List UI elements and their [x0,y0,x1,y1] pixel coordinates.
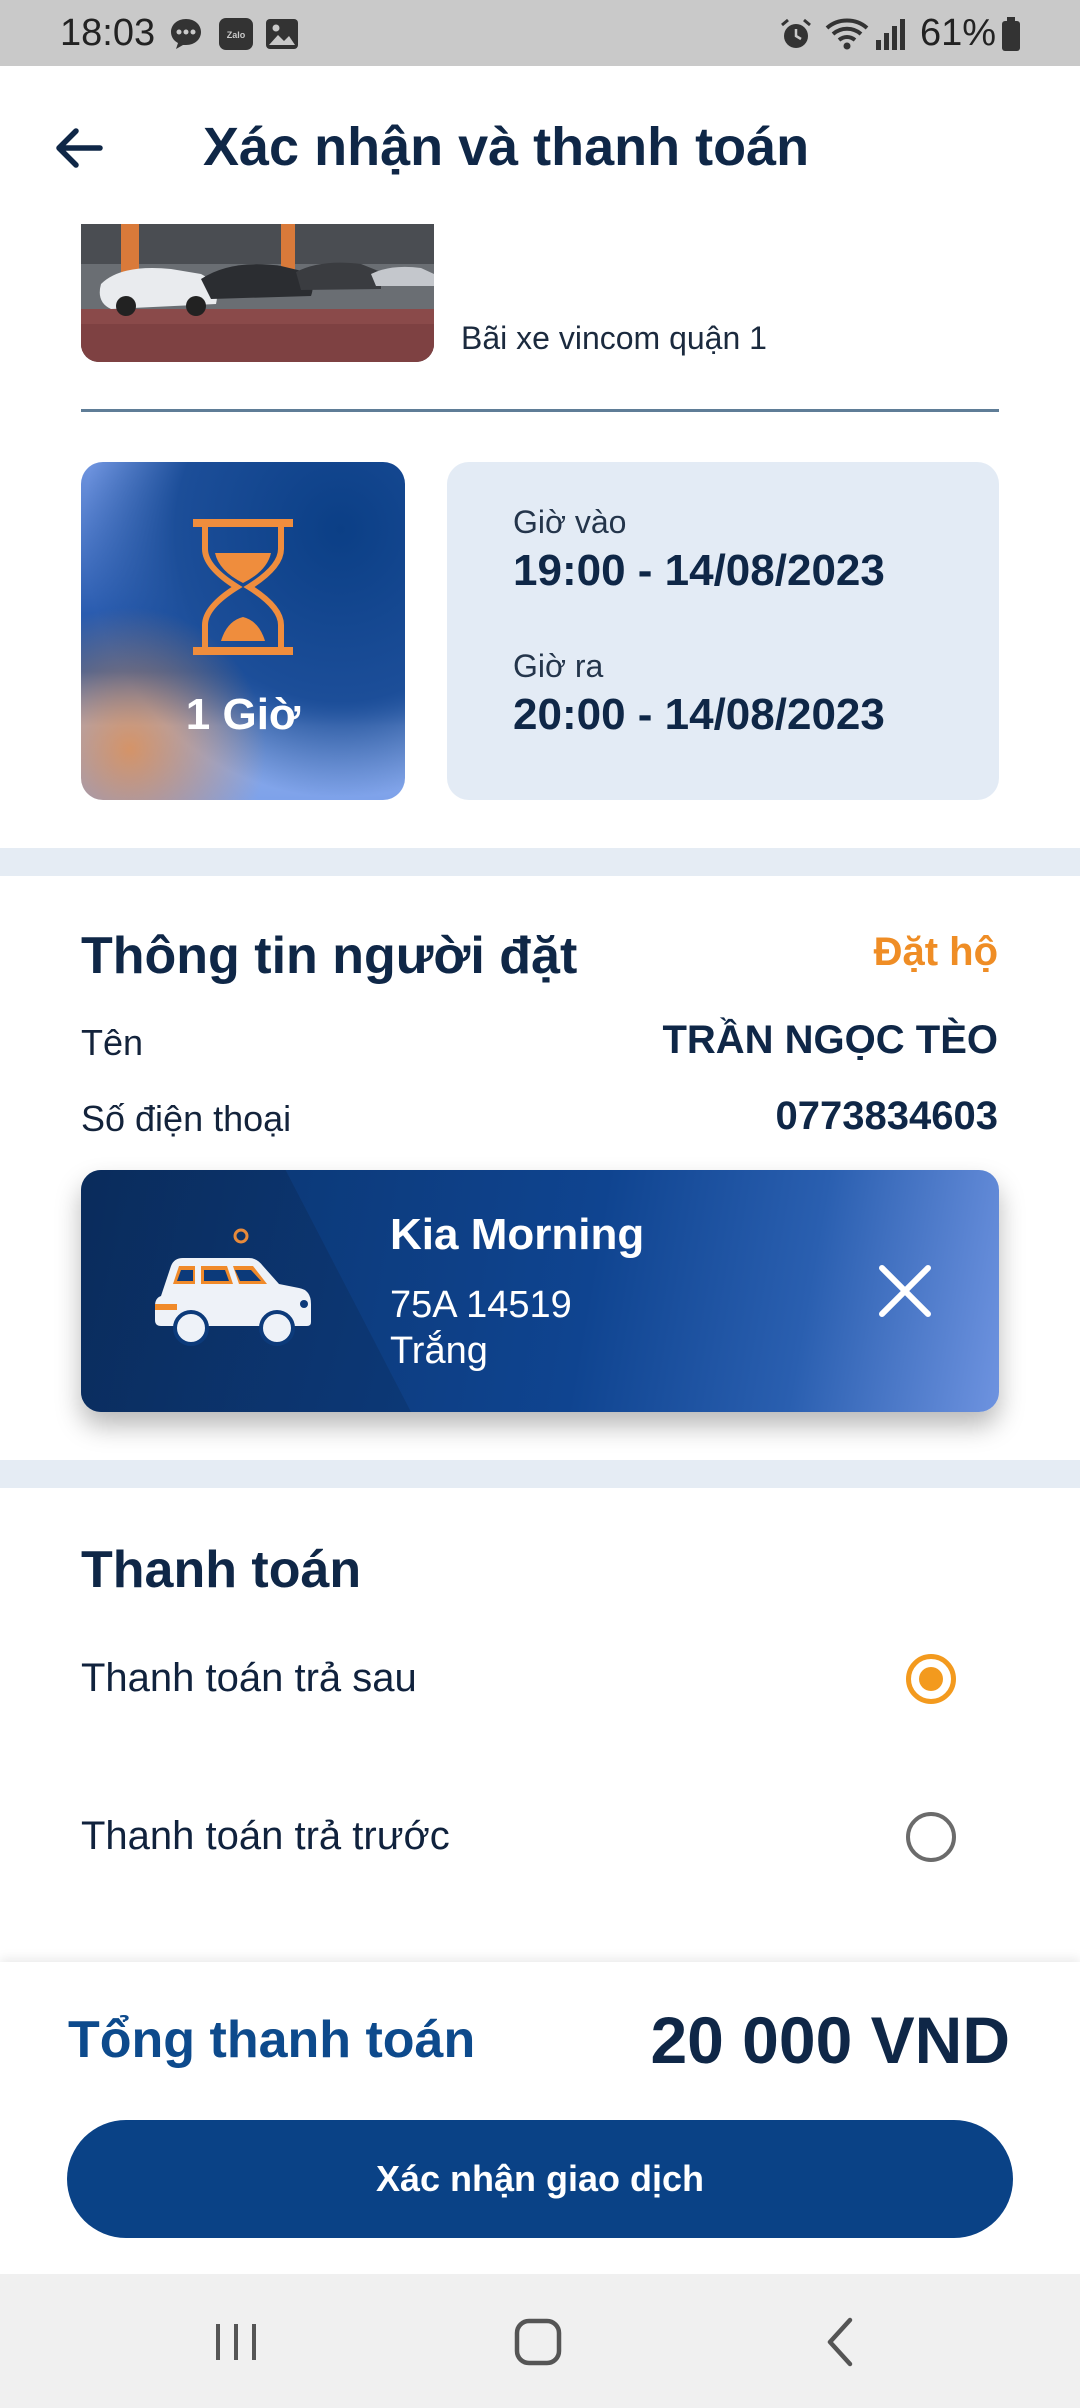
parking-lot-name: Bãi xe vincom quận 1 [461,320,767,356]
vehicle-name: Kia Morning [390,1210,645,1259]
page-title: Xác nhận và thanh toán [203,117,810,177]
name-label: Tên [81,1022,144,1063]
name-value: TRẦN NGỌC TÈO [662,1018,998,1062]
battery-icon [1002,17,1020,51]
total-label: Tổng thanh toán [68,2011,476,2069]
phone-label: Số điện thoại [81,1098,292,1139]
arrow-left-icon[interactable] [48,116,112,180]
book-for-other-link[interactable]: Đặt hộ [874,930,998,975]
checkin-value: 19:00 - 14/08/2023 [513,546,885,595]
car-icon [155,1228,311,1346]
parking-lot-image [81,224,434,362]
duration-card: 1 Giờ [81,462,405,800]
alarm-icon [781,18,811,48]
system-nav-bar [0,2274,1080,2408]
status-bar: 18:03 Zalo 61% [0,0,1080,66]
section-separator [0,848,1080,876]
chat-bubble-icon [171,19,201,49]
radio-prepaid[interactable] [906,1812,956,1862]
payment-option-label[interactable]: Thanh toán trả sau [81,1656,417,1701]
status-time: 18:03 [60,12,156,54]
payment-section-title: Thanh toán [81,1541,362,1599]
vehicle-card[interactable]: Kia Morning 75A 14519 Trắng [81,1170,999,1412]
wifi-icon [825,18,869,50]
checkout-label: Giờ ra [513,648,604,684]
svg-text:Zalo: Zalo [227,30,246,40]
zalo-icon: Zalo [219,18,253,50]
gallery-icon [266,19,298,49]
confirm-transaction-button[interactable]: Xác nhận giao dịch [67,2120,1013,2238]
close-icon[interactable] [876,1262,934,1320]
checkin-label: Giờ vào [513,504,627,540]
phone-value: 0773834603 [775,1094,998,1138]
checkout-footer: Tổng thanh toán 20 000 VND Xác nhận giao… [0,1962,1080,2274]
hourglass-icon [193,519,293,655]
vehicle-color: Trắng [390,1330,488,1372]
vehicle-plate: 75A 14519 [390,1284,572,1326]
radio-postpaid-selected[interactable] [906,1654,956,1704]
total-value: 20 000 VND [650,2003,1010,2077]
time-range-card: Giờ vào 19:00 - 14/08/2023 Giờ ra 20:00 … [447,462,999,800]
checkout-value: 20:00 - 14/08/2023 [513,690,885,739]
divider [81,409,999,412]
booker-section-title: Thông tin người đặt [81,927,578,985]
section-separator [0,1460,1080,1488]
recent-apps-icon[interactable] [206,2312,266,2372]
back-nav-icon[interactable] [812,2312,872,2372]
app-header: Xác nhận và thanh toán [0,66,1080,226]
duration-value: 1 Giờ [185,690,301,739]
home-icon[interactable] [508,2312,568,2372]
battery-percentage: 61% [920,12,997,54]
signal-icon [876,19,905,50]
payment-option-label[interactable]: Thanh toán trả trước [81,1814,450,1859]
